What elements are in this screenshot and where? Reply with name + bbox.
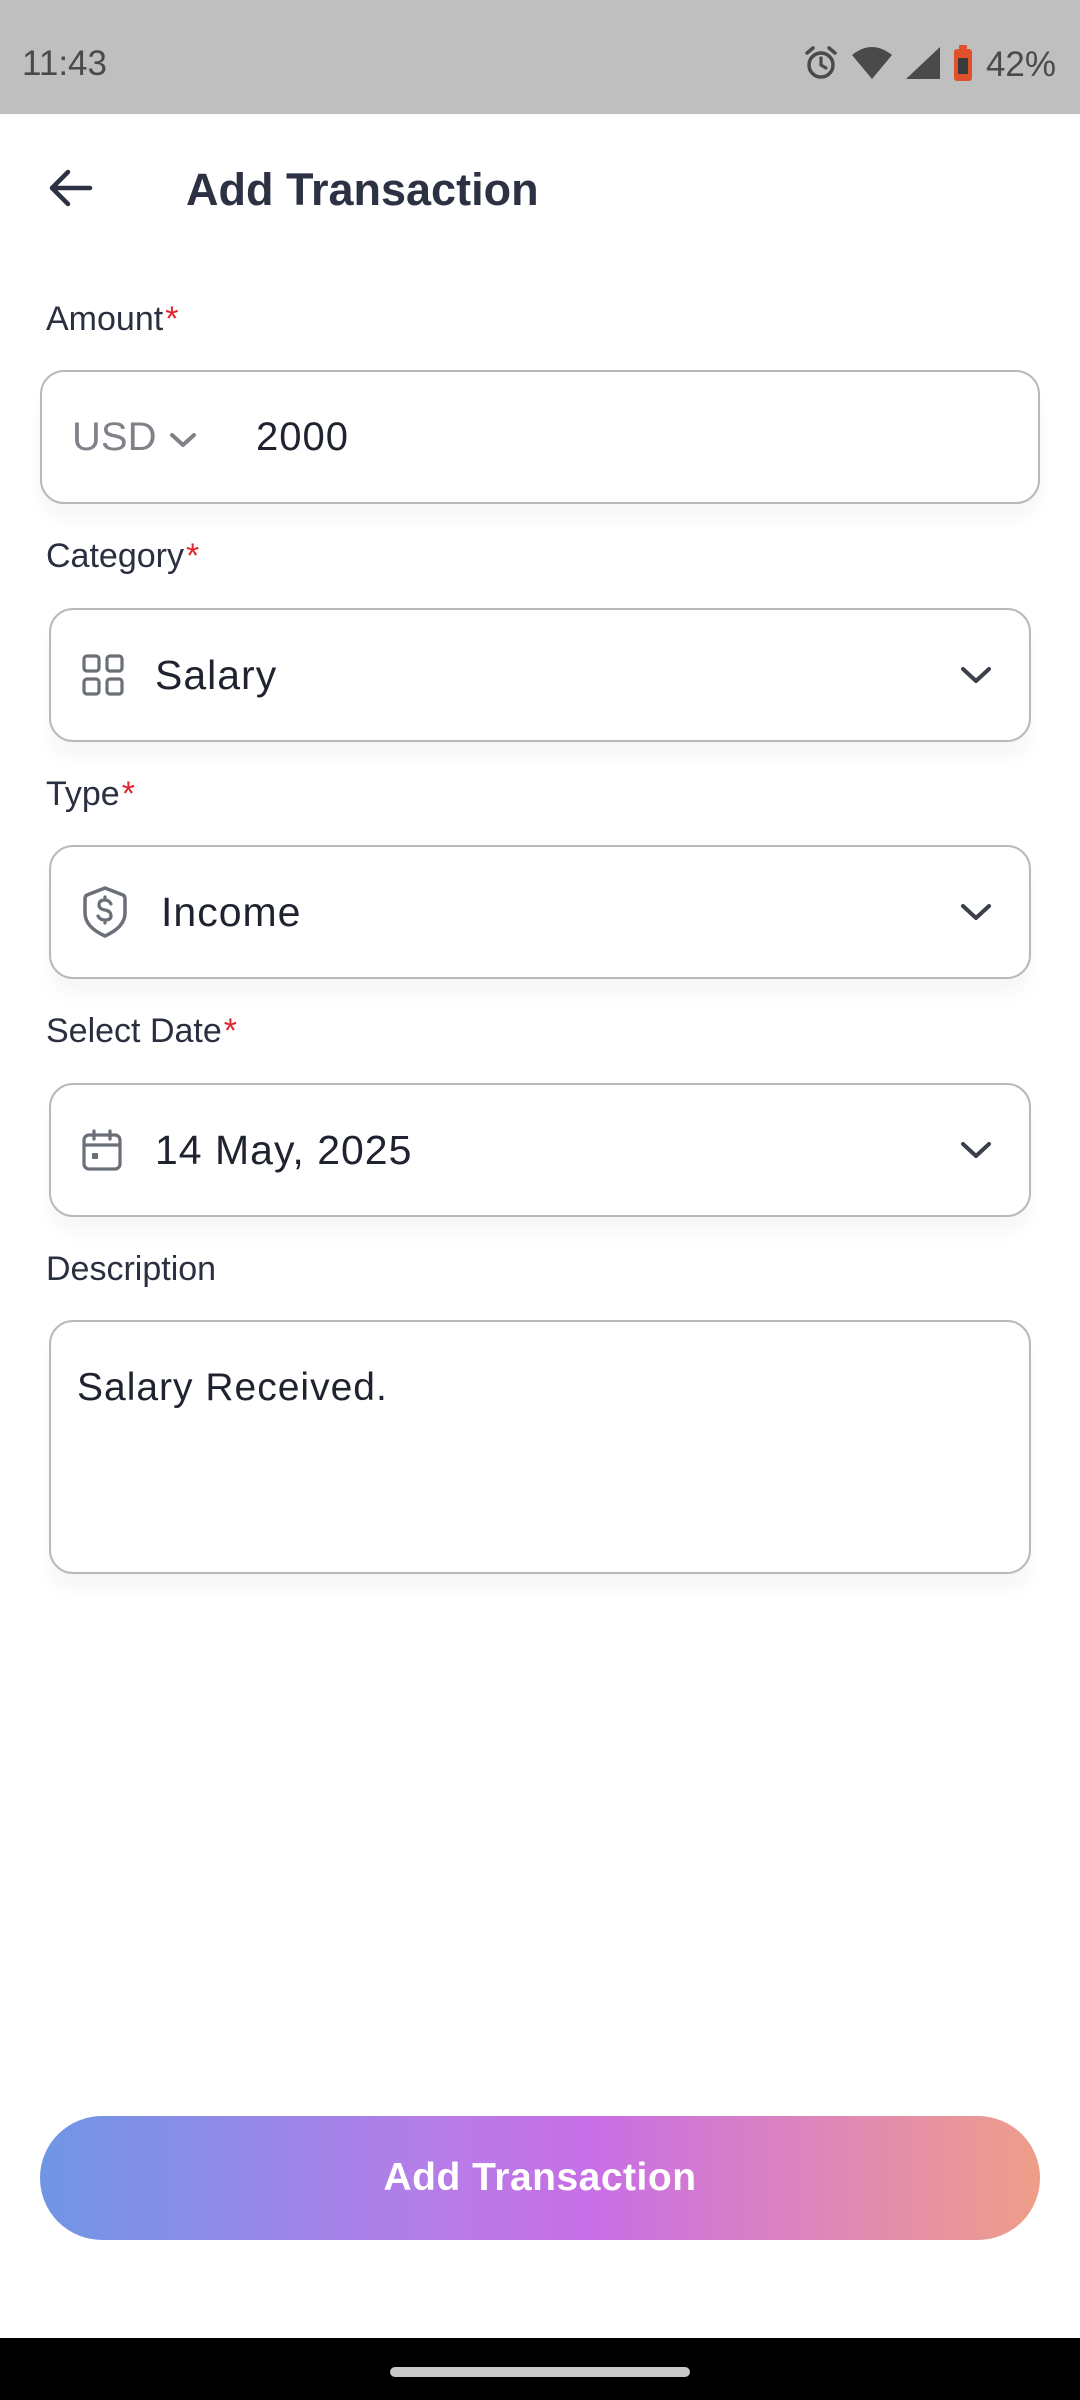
amount-label-text: Amount	[46, 300, 164, 338]
description-textarea[interactable]: Salary Received.	[49, 1320, 1031, 1574]
currency-code: USD	[72, 414, 157, 459]
page-title: Add Transaction	[186, 164, 539, 215]
shield-dollar-icon	[81, 847, 129, 977]
app-header: Add Transaction	[0, 114, 1080, 254]
type-label: Type*	[46, 775, 135, 814]
required-mark: *	[185, 537, 200, 575]
required-mark: *	[165, 300, 179, 338]
home-gesture-handle[interactable]	[390, 2367, 690, 2377]
required-mark: *	[223, 1012, 237, 1050]
date-label: Select Date*	[46, 1012, 237, 1051]
chevron-down-icon	[959, 610, 993, 740]
date-value: 14 May, 2025	[155, 1126, 413, 1173]
chevron-down-icon	[959, 847, 993, 977]
chevron-down-icon	[959, 1085, 993, 1215]
status-time: 11:43	[22, 44, 107, 83]
grid-icon	[81, 610, 125, 740]
status-icons: 42%	[802, 40, 1056, 90]
amount-label: Amount*	[46, 300, 178, 339]
amount-input[interactable]: 2000	[256, 372, 349, 502]
description-value: Salary Received.	[77, 1366, 388, 1409]
battery-icon	[952, 44, 974, 87]
type-label-text: Type	[46, 775, 120, 813]
category-label-text: Category	[46, 537, 184, 575]
required-mark: *	[121, 775, 135, 813]
calendar-icon	[81, 1085, 123, 1215]
arrow-left-icon	[47, 168, 93, 213]
amount-field: USD 2000	[40, 370, 1040, 504]
navigation-bar	[0, 2338, 1080, 2400]
description-label: Description	[46, 1250, 217, 1288]
signal-icon	[904, 45, 942, 86]
chevron-down-icon	[168, 415, 198, 460]
add-transaction-button[interactable]: Add Transaction	[40, 2116, 1040, 2240]
category-value: Salary	[155, 651, 278, 698]
battery-percentage: 42%	[985, 45, 1056, 84]
date-select[interactable]: 14 May, 2025	[49, 1083, 1031, 1217]
currency-selector[interactable]: USD	[72, 372, 198, 502]
status-bar: 11:43 42%	[0, 0, 1080, 114]
alarm-icon	[802, 44, 840, 87]
wifi-icon	[850, 45, 894, 86]
type-value: Income	[161, 888, 302, 935]
category-select[interactable]: Salary	[49, 608, 1031, 742]
date-label-text: Select Date	[46, 1012, 222, 1050]
back-button[interactable]	[38, 158, 102, 222]
category-label: Category*	[46, 537, 199, 576]
type-select[interactable]: Income	[49, 845, 1031, 979]
